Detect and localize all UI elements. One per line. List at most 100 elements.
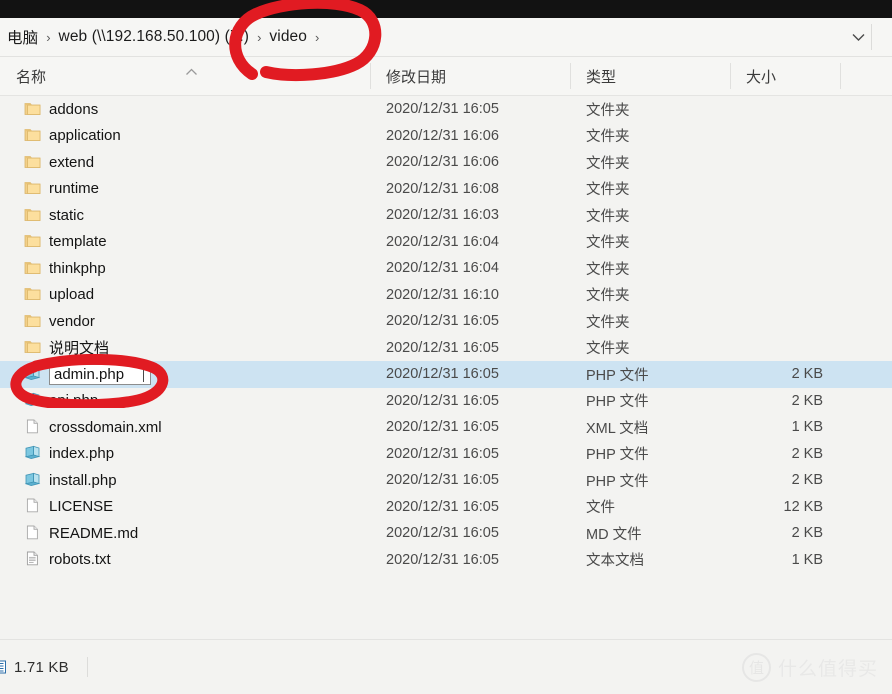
file-name-label: addons [49,100,99,118]
file-name-label: robots.txt [49,551,111,569]
file-name-label: vendor [49,312,95,330]
table-row[interactable]: index.php 2020/12/31 16:05 PHP 文件 2 KB [0,441,892,468]
cell-date-modified: 2020/12/31 16:04 [386,260,499,277]
cell-size: 1 KB [791,551,823,568]
cell-size [730,149,835,176]
table-row[interactable]: thinkphp 2020/12/31 16:04 文件夹 [0,255,892,282]
folder-icon [24,127,41,144]
cell-type: PHP 文件 [586,447,649,464]
cell-date-modified: 2020/12/31 16:10 [386,286,499,303]
table-row[interactable]: runtime 2020/12/31 16:08 文件夹 [0,176,892,203]
table-row[interactable]: admin.php 2020/12/31 16:05 PHP 文件 2 KB [0,361,892,388]
cell-date-modified: 2020/12/31 16:05 [386,445,499,462]
table-row[interactable]: LICENSE 2020/12/31 16:05 文件 12 KB [0,494,892,521]
file-name-label: template [49,233,107,251]
cell-size [730,96,835,123]
column-divider[interactable] [840,63,841,89]
breadcrumb-item-video[interactable]: video [264,26,312,48]
cell-size [730,202,835,229]
php-file-icon [24,366,41,383]
cell-date-modified: 2020/12/31 16:08 [386,180,499,197]
file-name-label: 说明文档 [49,340,110,358]
cell-type: 文件夹 [586,235,630,252]
cell-name[interactable]: LICENSE [0,494,370,521]
cell-name[interactable]: template [0,229,370,256]
window-chrome-strip [0,0,892,18]
cell-name[interactable]: api.php [0,388,370,415]
cell-date-modified: 2020/12/31 16:05 [386,339,499,356]
cell-type: 文件夹 [586,155,630,172]
file-name-label: extend [49,153,95,171]
cell-type: MD 文件 [586,526,642,543]
table-row[interactable]: 说明文档 2020/12/31 16:05 文件夹 [0,335,892,362]
cell-name[interactable]: vendor [0,308,370,335]
watermark-badge: 值 [741,653,771,682]
folder-icon [24,233,41,250]
breadcrumb-item-computer[interactable]: 电脑 [2,24,43,50]
cell-name[interactable]: application [0,123,370,150]
file-explorer-window: 电脑 › web (\\192.168.50.100) (Z:) › video… [0,0,892,694]
status-divider [86,657,88,677]
folder-icon [24,339,41,356]
cell-name[interactable]: README.md [0,520,370,547]
table-row[interactable]: crossdomain.xml 2020/12/31 16:05 XML 文档 1 K… [0,414,892,441]
breadcrumb[interactable]: 电脑 › web (\\192.168.50.100) (Z:) › video… [0,18,845,56]
file-name-label: LICENSE [49,498,114,516]
cell-name[interactable]: 说明文档 [0,335,370,362]
cell-size: 2 KB [791,445,823,462]
cell-name[interactable]: crossdomain.xml [0,414,370,441]
table-row[interactable]: robots.txt 2020/12/31 16:05 文本文档 1 KB [0,547,892,574]
cell-name[interactable]: extend [0,149,370,176]
cell-type: 文件 [586,500,615,517]
cell-name[interactable]: robots.txt [0,547,370,574]
cell-date-modified: 2020/12/31 16:05 [386,551,499,568]
table-row[interactable]: extend 2020/12/31 16:06 文件夹 [0,149,892,176]
status-bar: 1.71 KB 值 什么值得买 [0,639,892,694]
text-file-icon [24,551,41,568]
sort-ascending-icon [185,66,198,78]
cell-type: 文件夹 [586,208,630,225]
file-name-label: crossdomain.xml [49,418,162,436]
cell-name[interactable]: static [0,202,370,229]
column-header-type[interactable]: 类型 [570,57,730,95]
cell-name[interactable]: install.php [0,467,370,494]
cell-name[interactable]: admin.php [0,361,370,388]
rename-input[interactable]: admin.php [49,363,152,385]
cell-name[interactable]: thinkphp [0,255,370,282]
cell-name[interactable]: runtime [0,176,370,203]
cell-name[interactable]: index.php [0,441,370,468]
chevron-down-icon[interactable] [845,18,871,56]
cell-date-modified: 2020/12/31 16:05 [386,419,499,436]
cell-date-modified: 2020/12/31 16:06 [386,127,499,144]
cell-name[interactable]: addons [0,96,370,123]
address-bar[interactable]: 电脑 › web (\\192.168.50.100) (Z:) › video… [0,18,892,57]
table-row[interactable]: upload 2020/12/31 16:10 文件夹 [0,282,892,309]
cell-type: 文件夹 [586,182,630,199]
cell-size: 2 KB [791,392,823,409]
column-header-date[interactable]: 修改日期 [370,57,570,95]
table-row[interactable]: api.php 2020/12/31 16:05 PHP 文件 2 KB [0,388,892,415]
cell-date-modified: 2020/12/31 16:05 [386,366,499,383]
php-file-icon [24,472,41,489]
table-row[interactable]: vendor 2020/12/31 16:05 文件夹 [0,308,892,335]
table-row[interactable]: template 2020/12/31 16:04 文件夹 [0,229,892,256]
file-list[interactable]: addons 2020/12/31 16:05 文件夹 application 2020… [0,96,892,640]
cell-name[interactable]: upload [0,282,370,309]
table-row[interactable]: README.md 2020/12/31 16:05 MD 文件 2 KB [0,520,892,547]
cell-size: 12 KB [783,498,824,515]
folder-icon [24,207,41,224]
cell-size [730,308,835,335]
table-row[interactable]: static 2020/12/31 16:03 文件夹 [0,202,892,229]
breadcrumb-item-network-drive[interactable]: web (\\192.168.50.100) (Z:) [54,26,255,48]
watermark: 值 什么值得买 [741,653,878,682]
cell-size: 1 KB [791,419,823,436]
cell-type: 文件夹 [586,102,630,119]
column-header-size[interactable]: 大小 [730,57,840,95]
file-name-label: runtime [49,180,100,198]
item-count-icon [0,660,6,674]
table-row[interactable]: install.php 2020/12/31 16:05 PHP 文件 2 KB [0,467,892,494]
table-row[interactable]: application 2020/12/31 16:06 文件夹 [0,123,892,150]
table-row[interactable]: addons 2020/12/31 16:05 文件夹 [0,96,892,123]
breadcrumb-separator: › [46,29,51,45]
cell-size [730,335,835,362]
